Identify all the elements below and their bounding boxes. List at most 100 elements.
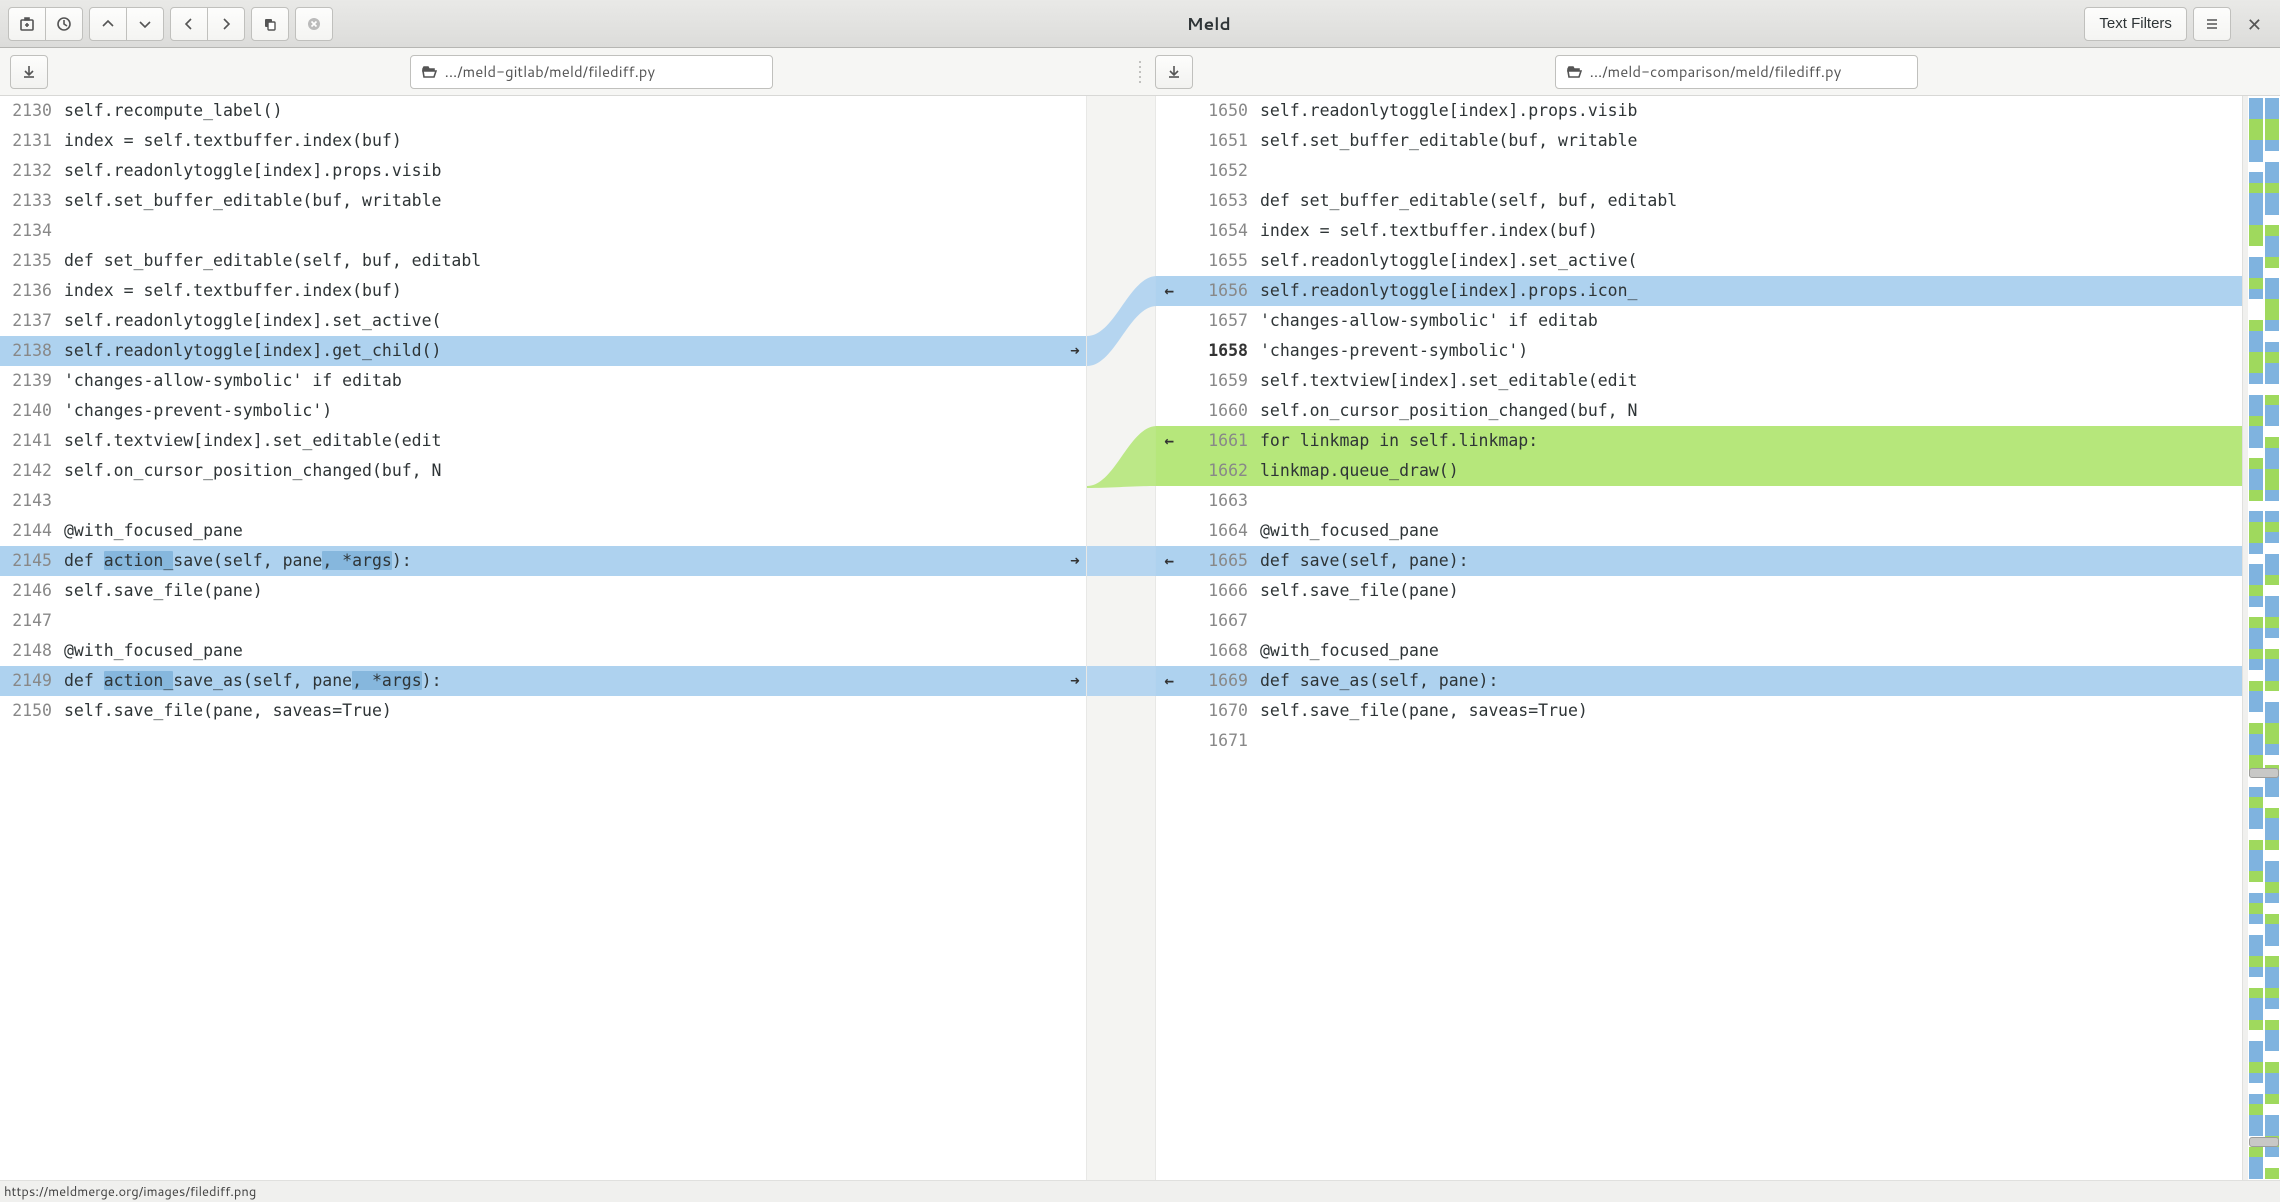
- code-line[interactable]: 2137 self.readonlytoggle[index].set_acti…: [0, 306, 1086, 336]
- code-line[interactable]: ←1661 for linkmap in self.linkmap:: [1156, 426, 2242, 456]
- window-close-button[interactable]: ✕: [2237, 11, 2272, 37]
- code-line[interactable]: 1671: [1156, 726, 2242, 756]
- code-line[interactable]: ←1665 def save(self, pane):: [1156, 546, 2242, 576]
- code-line[interactable]: 2149 def action_save_as(self, pane, *arg…: [0, 666, 1086, 696]
- merge-left-arrow[interactable]: [1156, 126, 1176, 156]
- merge-left-arrow[interactable]: [1156, 606, 1176, 636]
- code-line[interactable]: 1651 self.set_buffer_editable(buf, writa…: [1156, 126, 2242, 156]
- merge-right-arrow[interactable]: [1064, 126, 1086, 156]
- code-line[interactable]: 2132 self.readonlytoggle[index].props.vi…: [0, 156, 1086, 186]
- overview-thumb[interactable]: [2249, 1137, 2279, 1147]
- code-line[interactable]: 2141 self.textview[index].set_editable(e…: [0, 426, 1086, 456]
- next-change-button[interactable]: [126, 7, 164, 41]
- code-line[interactable]: 1664 @with_focused_pane: [1156, 516, 2242, 546]
- code-line[interactable]: ←1669 def save_as(self, pane):: [1156, 666, 2242, 696]
- code-line[interactable]: 1657 'changes-allow-symbolic' if editab: [1156, 306, 2242, 336]
- code-line[interactable]: 2131 index = self.textbuffer.index(buf): [0, 126, 1086, 156]
- prev-change-button[interactable]: [89, 7, 127, 41]
- code-line[interactable]: 2136 index = self.textbuffer.index(buf): [0, 276, 1086, 306]
- merge-right-arrow[interactable]: [1064, 516, 1086, 546]
- merge-left-arrow[interactable]: [1156, 246, 1176, 276]
- code-line[interactable]: 2134: [0, 216, 1086, 246]
- save-left-button[interactable]: [10, 55, 48, 89]
- merge-right-arrow[interactable]: [1064, 216, 1086, 246]
- code-line[interactable]: 1662 linkmap.queue_draw(): [1156, 456, 2242, 486]
- copy-button[interactable]: [251, 7, 289, 41]
- new-comparison-button[interactable]: [8, 7, 46, 41]
- code-line[interactable]: 1660 self.on_cursor_position_changed(buf…: [1156, 396, 2242, 426]
- merge-right-arrow[interactable]: [1064, 366, 1086, 396]
- code-line[interactable]: 1666 self.save_file(pane): [1156, 576, 2242, 606]
- merge-right-arrow[interactable]: [1064, 156, 1086, 186]
- merge-left-arrow[interactable]: [1156, 186, 1176, 216]
- stop-button[interactable]: [295, 7, 333, 41]
- left-file-chooser[interactable]: .../meld-gitlab/meld/filediff.py: [410, 55, 774, 89]
- code-line[interactable]: 2140 'changes-prevent-symbolic'): [0, 396, 1086, 426]
- merge-right-arrow[interactable]: [1064, 576, 1086, 606]
- code-line[interactable]: 2145 def action_save(self, pane, *args):…: [0, 546, 1086, 576]
- code-line[interactable]: ←1656 self.readonlytoggle[index].props.i…: [1156, 276, 2242, 306]
- code-line[interactable]: 1659 self.textview[index].set_editable(e…: [1156, 366, 2242, 396]
- code-line[interactable]: 2130 self.recompute_label(): [0, 96, 1086, 126]
- right-file-chooser[interactable]: .../meld-comparison/meld/filediff.py: [1555, 55, 1919, 89]
- code-line[interactable]: 2135 def set_buffer_editable(self, buf, …: [0, 246, 1086, 276]
- merge-right-arrow[interactable]: [1064, 456, 1086, 486]
- merge-left-arrow[interactable]: [1156, 636, 1176, 666]
- code-line[interactable]: 1653 def set_buffer_editable(self, buf, …: [1156, 186, 2242, 216]
- code-line[interactable]: 2138 self.readonlytoggle[index].get_chil…: [0, 336, 1086, 366]
- merge-left-arrow[interactable]: [1156, 726, 1176, 756]
- code-line[interactable]: 2144 @with_focused_pane: [0, 516, 1086, 546]
- merge-right-arrow[interactable]: ➜: [1064, 546, 1086, 576]
- merge-right-arrow[interactable]: [1064, 96, 1086, 126]
- merge-right-arrow[interactable]: [1064, 246, 1086, 276]
- code-line[interactable]: 1654 index = self.textbuffer.index(buf): [1156, 216, 2242, 246]
- code-line[interactable]: 2148 @with_focused_pane: [0, 636, 1086, 666]
- merge-left-arrow[interactable]: [1156, 576, 1176, 606]
- merge-left-arrow[interactable]: [1156, 156, 1176, 186]
- merge-left-arrow[interactable]: [1156, 516, 1176, 546]
- code-line[interactable]: 2146 self.save_file(pane): [0, 576, 1086, 606]
- code-line[interactable]: 2139 'changes-allow-symbolic' if editab: [0, 366, 1086, 396]
- merge-left-arrow[interactable]: [1156, 486, 1176, 516]
- code-line[interactable]: 1668 @with_focused_pane: [1156, 636, 2242, 666]
- recent-button[interactable]: [45, 7, 83, 41]
- code-line[interactable]: 2150 self.save_file(pane, saveas=True): [0, 696, 1086, 726]
- merge-left-arrow[interactable]: ←: [1156, 276, 1176, 306]
- left-pane[interactable]: 2130 self.recompute_label()2131 index = …: [0, 96, 1086, 1180]
- merge-left-arrow[interactable]: ←: [1156, 546, 1176, 576]
- nav-forward-button[interactable]: [207, 7, 245, 41]
- code-line[interactable]: 1655 self.readonlytoggle[index].set_acti…: [1156, 246, 2242, 276]
- merge-right-arrow[interactable]: ➜: [1064, 336, 1086, 366]
- code-line[interactable]: 1658 'changes-prevent-symbolic'): [1156, 336, 2242, 366]
- merge-left-arrow[interactable]: [1156, 696, 1176, 726]
- merge-right-arrow[interactable]: [1064, 306, 1086, 336]
- right-pane[interactable]: 1650 self.readonlytoggle[index].props.vi…: [1156, 96, 2242, 1180]
- merge-left-arrow[interactable]: [1156, 306, 1176, 336]
- code-line[interactable]: 1667: [1156, 606, 2242, 636]
- merge-right-arrow[interactable]: [1064, 696, 1086, 726]
- merge-left-arrow[interactable]: [1156, 216, 1176, 246]
- merge-left-arrow[interactable]: ←: [1156, 666, 1176, 696]
- code-line[interactable]: 2147: [0, 606, 1086, 636]
- overview-thumb[interactable]: [2249, 768, 2279, 778]
- save-right-button[interactable]: [1155, 55, 1193, 89]
- overview-strip-right[interactable]: [2264, 96, 2280, 1180]
- code-line[interactable]: 1650 self.readonlytoggle[index].props.vi…: [1156, 96, 2242, 126]
- pane-splitter-handle[interactable]: [1135, 53, 1145, 91]
- code-line[interactable]: 2143: [0, 486, 1086, 516]
- merge-left-arrow[interactable]: [1156, 96, 1176, 126]
- overview-strip-left[interactable]: [2248, 96, 2264, 1180]
- hamburger-menu-button[interactable]: [2193, 7, 2231, 41]
- merge-left-arrow[interactable]: [1156, 396, 1176, 426]
- code-line[interactable]: 1663: [1156, 486, 2242, 516]
- text-filters-button[interactable]: Text Filters: [2084, 7, 2187, 41]
- merge-right-arrow[interactable]: ➜: [1064, 666, 1086, 696]
- code-line[interactable]: 1652: [1156, 156, 2242, 186]
- code-line[interactable]: 1670 self.save_file(pane, saveas=True): [1156, 696, 2242, 726]
- merge-right-arrow[interactable]: [1064, 636, 1086, 666]
- merge-left-arrow[interactable]: ←: [1156, 426, 1176, 456]
- merge-right-arrow[interactable]: [1064, 486, 1086, 516]
- merge-right-arrow[interactable]: [1064, 186, 1086, 216]
- merge-left-arrow[interactable]: [1156, 336, 1176, 366]
- merge-left-arrow[interactable]: [1156, 456, 1176, 486]
